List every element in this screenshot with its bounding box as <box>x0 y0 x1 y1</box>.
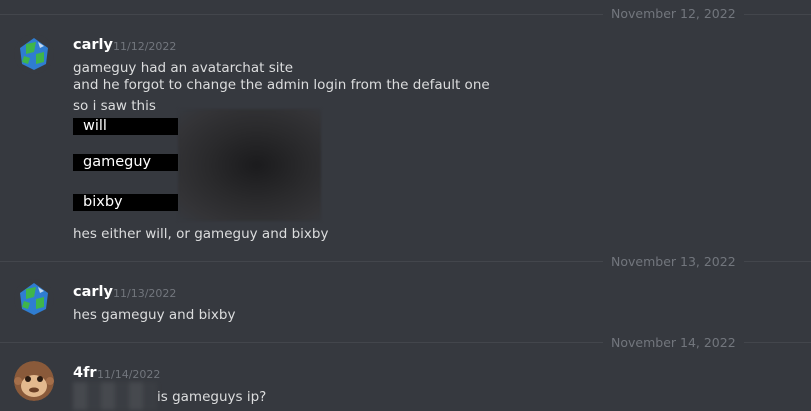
timestamp: 11/12/2022 <box>113 40 177 53</box>
message-text: hes gameguy and bixby <box>73 307 236 323</box>
avatar-carly[interactable] <box>14 34 54 74</box>
blurred-image <box>178 109 321 221</box>
avatar-carly[interactable] <box>14 279 54 319</box>
message-text: and he forgot to change the admin login … <box>73 77 490 93</box>
timestamp: 11/14/2022 <box>97 368 161 381</box>
username[interactable]: carly <box>73 284 113 300</box>
globe-avatar-icon <box>14 279 54 319</box>
divider-date-label: November 13, 2022 <box>603 254 744 269</box>
message-text: so i saw this <box>73 98 156 114</box>
timestamp: 11/13/2022 <box>113 287 177 300</box>
image-label: will <box>73 118 178 135</box>
redacted-text <box>73 382 157 410</box>
divider-date-label: November 12, 2022 <box>603 6 744 21</box>
username[interactable]: carly <box>73 37 113 53</box>
message-text: gameguy had an avatarchat site <box>73 60 294 76</box>
divider-date-label: November 14, 2022 <box>603 335 744 350</box>
username[interactable]: 4fr <box>73 365 97 381</box>
image-label: bixby <box>73 194 178 211</box>
avatar-4fr[interactable] <box>14 361 54 401</box>
message-text: hes either will, or gameguy and bixby <box>73 226 329 242</box>
globe-avatar-icon <box>14 34 54 74</box>
monkey-avatar-icon <box>14 361 54 401</box>
message-text: is gameguys ip? <box>157 389 267 405</box>
image-label: gameguy <box>73 154 178 171</box>
